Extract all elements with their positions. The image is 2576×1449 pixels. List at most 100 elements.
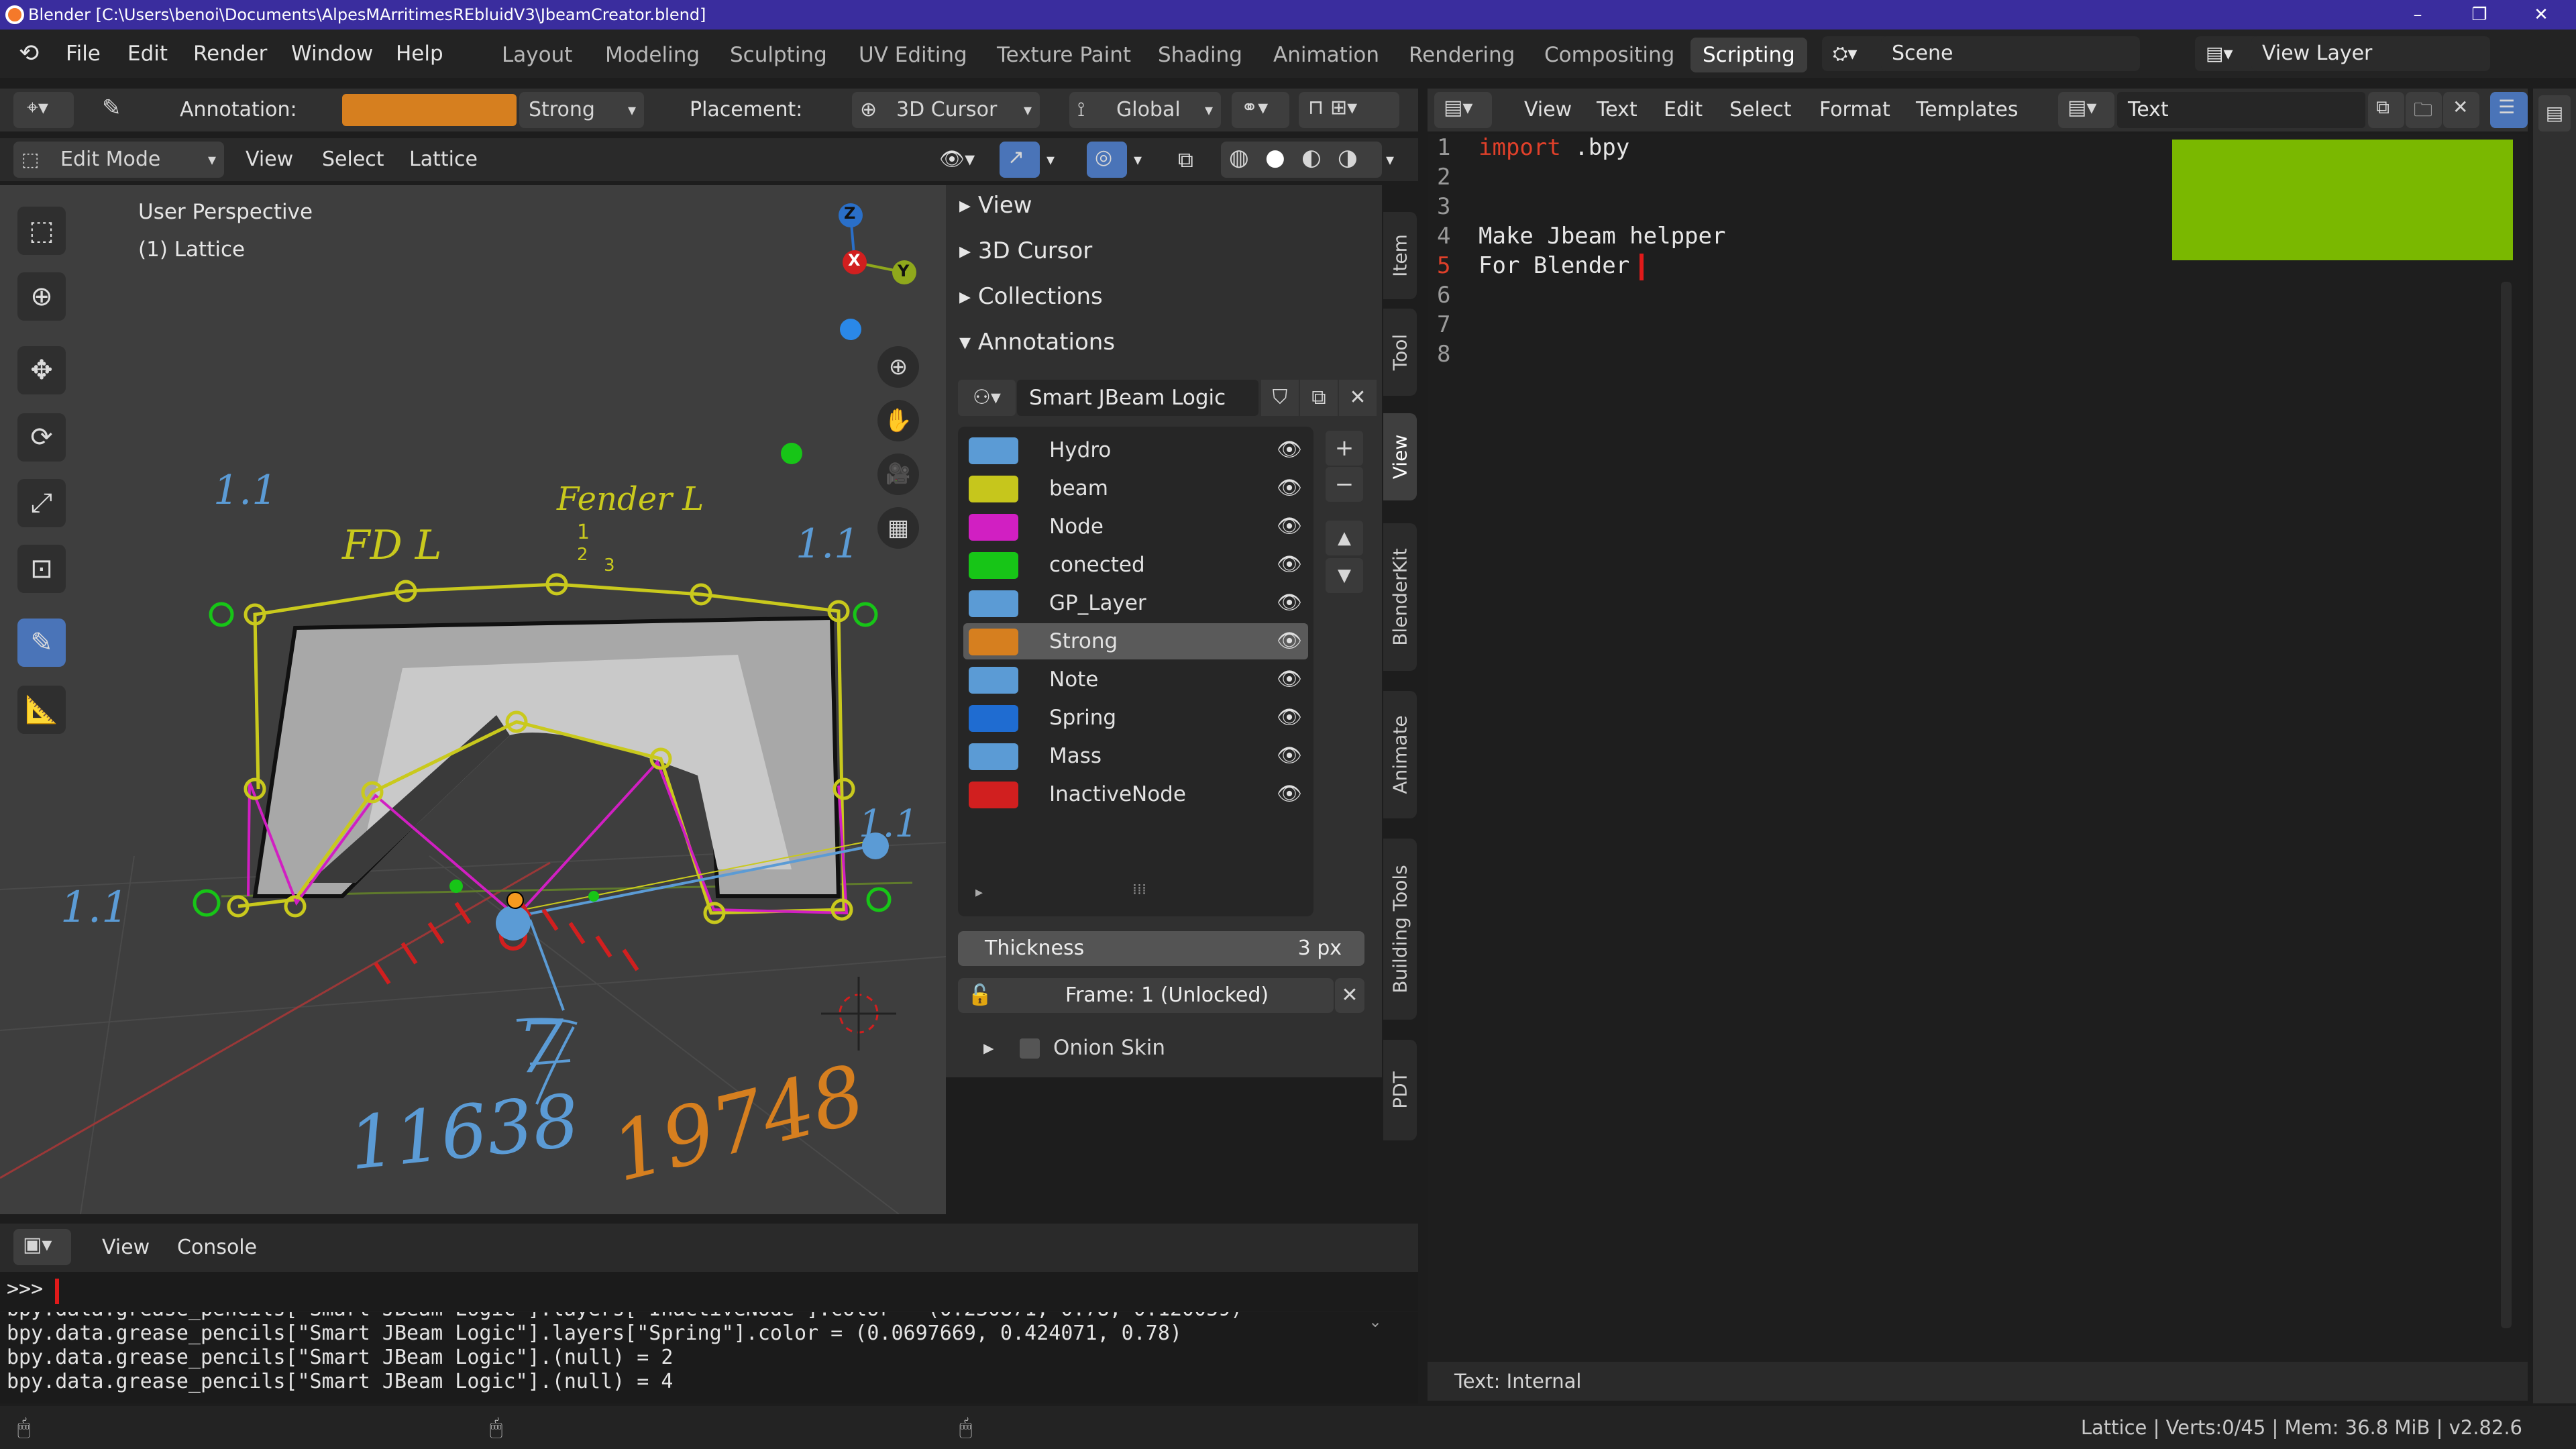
annotation-datablock-field[interactable]: Smart JBeam Logic: [1017, 380, 1258, 416]
delete-frame-close-icon[interactable]: ✕: [1335, 978, 1364, 1013]
layer-row-inactivenode[interactable]: InactiveNode 👁: [963, 776, 1308, 812]
properties-editor-icon[interactable]: ▤: [2538, 95, 2571, 131]
eye-icon[interactable]: 👁: [1275, 585, 1304, 621]
menu-file[interactable]: File: [66, 30, 101, 78]
maximize-button[interactable]: ❐: [2450, 0, 2509, 30]
new-text-icon[interactable]: ⧉: [2368, 92, 2404, 128]
layer-color-swatch[interactable]: [969, 437, 1018, 464]
tab-blenderkit[interactable]: BlenderKit: [1383, 523, 1417, 671]
rotate-tool-icon[interactable]: ⟳: [17, 413, 66, 462]
tab-texture-paint[interactable]: Texture Paint: [985, 38, 1143, 72]
view-layer-icon[interactable]: ▤▾: [2195, 36, 2259, 71]
layer-color-swatch[interactable]: [969, 782, 1018, 808]
layer-dropdown[interactable]: Strong ▾: [519, 92, 644, 128]
viewport-menu-lattice[interactable]: Lattice: [409, 138, 478, 181]
transform-tool-icon[interactable]: ⊡: [17, 545, 66, 593]
console-prompt-row[interactable]: >>>: [0, 1272, 1418, 1311]
text-scrollbar[interactable]: [2501, 282, 2512, 1328]
text-menu-view[interactable]: View: [1524, 89, 1572, 131]
gizmo-x-label[interactable]: X: [848, 251, 861, 270]
eye-icon[interactable]: 👁: [1275, 547, 1304, 583]
layer-color-swatch[interactable]: [969, 705, 1018, 732]
pivot-icon[interactable]: ⚭▾: [1232, 92, 1289, 128]
tab-compositing[interactable]: Compositing: [1532, 38, 1686, 72]
layer-row-hydro[interactable]: Hydro 👁: [963, 432, 1308, 468]
layer-row-conected[interactable]: conected 👁: [963, 547, 1308, 583]
add-layer-button[interactable]: +: [1326, 431, 1363, 466]
xray-icon[interactable]: ⧉: [1178, 138, 1193, 181]
tab-rendering[interactable]: Rendering: [1397, 38, 1527, 72]
layer-row-strong[interactable]: Strong 👁: [963, 623, 1308, 659]
list-expand-icon[interactable]: ▸: [975, 884, 983, 901]
layer-color-swatch[interactable]: [969, 629, 1018, 655]
layer-color-swatch[interactable]: [969, 552, 1018, 579]
solid-shading-icon[interactable]: ●: [1265, 144, 1285, 171]
perspective-grid-icon[interactable]: ▦: [877, 507, 919, 549]
pan-hand-icon[interactable]: ✋: [877, 400, 919, 441]
move-layer-down-button[interactable]: ▼: [1326, 558, 1363, 593]
gizmo-y-label[interactable]: Y: [898, 262, 909, 280]
cursor-tool-icon[interactable]: ⊕: [17, 272, 66, 321]
layer-row-gp-layer[interactable]: GP_Layer 👁: [963, 585, 1308, 621]
tab-sculpting[interactable]: Sculpting: [718, 38, 839, 72]
viewport-menu-view[interactable]: View: [246, 138, 293, 181]
camera-icon[interactable]: 🎥: [877, 453, 919, 495]
layer-color-swatch[interactable]: [969, 667, 1018, 694]
menu-help[interactable]: Help: [396, 30, 443, 78]
menu-render[interactable]: Render: [193, 30, 267, 78]
close-text-icon[interactable]: ✕: [2443, 92, 2479, 128]
tab-pdt[interactable]: PDT: [1383, 1040, 1417, 1140]
unlink-close-icon[interactable]: ✕: [1339, 380, 1377, 416]
view-layer-field[interactable]: View Layer: [2251, 36, 2490, 71]
layer-row-mass[interactable]: Mass 👁: [963, 738, 1308, 774]
viewport-menu-select[interactable]: Select: [322, 138, 384, 181]
mode-dropdown[interactable]: ⬚ Edit Mode ▾: [13, 142, 224, 178]
text-datablock-field[interactable]: Text: [2117, 92, 2365, 128]
tool-select-icon[interactable]: ⌖▾: [13, 92, 74, 128]
visibility-icon[interactable]: 👁▾: [939, 138, 975, 181]
tab-view[interactable]: View: [1383, 413, 1417, 500]
measure-tool-icon[interactable]: 📐: [17, 686, 66, 734]
section-annotations[interactable]: ▾ Annotations: [959, 322, 1362, 362]
text-menu-edit[interactable]: Edit: [1664, 89, 1703, 131]
section-3d-cursor[interactable]: ▸ 3D Cursor: [959, 231, 1362, 271]
zoom-icon[interactable]: ⊕: [877, 346, 919, 388]
chevron-down-icon[interactable]: ▾: [1386, 138, 1394, 181]
close-window-button[interactable]: ✕: [2512, 0, 2571, 30]
tab-animation[interactable]: Animation: [1261, 38, 1391, 72]
scene-field[interactable]: Scene: [1881, 36, 2140, 71]
text-editor-area[interactable]: 1 2 3 4 5 6 7 8 import .bpy Make Jbeam h…: [1428, 134, 2528, 1362]
menu-window[interactable]: Window: [291, 30, 373, 78]
layer-color-swatch[interactable]: [969, 514, 1018, 541]
layer-row-spring[interactable]: Spring 👁: [963, 700, 1308, 736]
tab-layout[interactable]: Layout: [490, 38, 584, 72]
scroll-down-icon[interactable]: ⌄: [1368, 1312, 1389, 1332]
blender-menu-icon[interactable]: ⟲: [19, 30, 39, 78]
editor-type-icon[interactable]: ▤▾: [1434, 92, 1492, 128]
tab-animate[interactable]: Animate: [1383, 691, 1417, 818]
placement-dropdown[interactable]: ⊕ 3D Cursor ▾: [852, 92, 1040, 128]
select-box-tool-icon[interactable]: ⬚: [17, 207, 66, 255]
duplicate-icon[interactable]: ⧉: [1300, 380, 1338, 416]
tab-building-tools[interactable]: Building Tools: [1383, 839, 1417, 1020]
3d-viewport[interactable]: Z Y X User Perspective (1) Lattice Fende…: [0, 185, 946, 1214]
line-numbers-toggle-icon[interactable]: ☰: [2490, 92, 2528, 128]
annotation-color-swatch[interactable]: [342, 94, 517, 126]
tab-scripting[interactable]: Scripting: [1690, 38, 1807, 72]
chevron-down-icon[interactable]: ▾: [1046, 138, 1055, 181]
eye-icon[interactable]: 👁: [1275, 738, 1304, 774]
move-tool-icon[interactable]: ✥: [17, 346, 66, 394]
remove-layer-button[interactable]: −: [1326, 467, 1363, 502]
layer-color-swatch[interactable]: [969, 590, 1018, 617]
tab-tool[interactable]: Tool: [1383, 309, 1417, 396]
console-menu-console[interactable]: Console: [177, 1224, 257, 1272]
eye-icon[interactable]: 👁: [1275, 776, 1304, 812]
annotate-tool-icon[interactable]: ✎: [17, 619, 66, 667]
eye-icon[interactable]: 👁: [1275, 700, 1304, 736]
layer-color-swatch[interactable]: [969, 743, 1018, 770]
eye-icon[interactable]: 👁: [1275, 508, 1304, 545]
layer-row-beam[interactable]: beam 👁: [963, 470, 1308, 506]
console-menu-view[interactable]: View: [102, 1224, 150, 1272]
minimize-button[interactable]: –: [2388, 0, 2447, 30]
material-shading-icon[interactable]: ◐: [1301, 144, 1322, 171]
